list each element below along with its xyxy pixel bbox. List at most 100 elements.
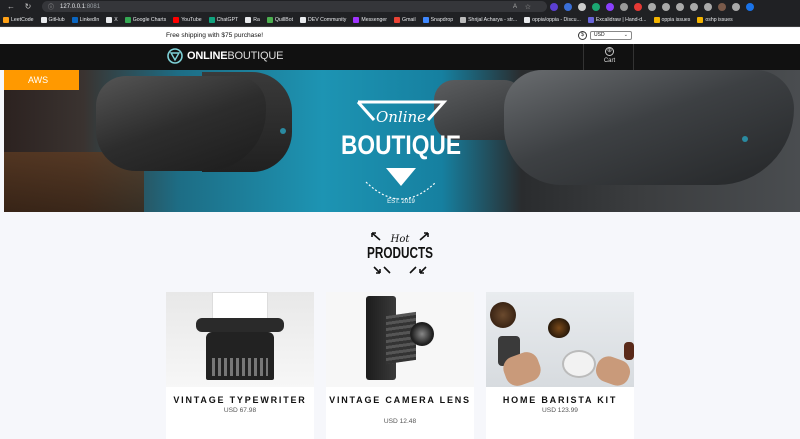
bookmark-item[interactable]: LeetCode	[3, 16, 34, 23]
badge-est: EST. 2019	[387, 199, 415, 205]
bookmark-item[interactable]: Gmail	[394, 16, 416, 23]
copilot-icon[interactable]	[746, 2, 754, 11]
bookmark-item[interactable]: Excalidraw | Hand-d...	[587, 16, 647, 23]
address-url: 127.0.0.1:8081	[60, 3, 101, 10]
extension-icon[interactable]	[648, 2, 656, 11]
product-image-typewriter[interactable]	[166, 292, 314, 387]
more-menu-icon[interactable]	[732, 2, 740, 11]
site-info-icon[interactable]: ⓘ	[48, 2, 54, 11]
product-name[interactable]: VINTAGE CAMERA LENS	[326, 395, 474, 406]
bookmark-item[interactable]: oppia issues	[653, 16, 690, 23]
bookmark-label: Ra	[253, 16, 260, 23]
product-grid: VINTAGE TYPEWRITER USD 67.98 VINTAGE CAM…	[166, 292, 634, 439]
bookmark-favicon-icon	[3, 16, 9, 23]
extension-icon[interactable]	[550, 2, 558, 11]
hero-headset-dot	[280, 128, 286, 134]
product-card[interactable]: HOME BARISTA KIT USD 123.99	[486, 292, 634, 439]
bookmark-label: ChatGPT	[216, 16, 239, 23]
bookmark-label: oppia/oppia - Discu...	[532, 16, 581, 23]
badge-script: Online	[376, 108, 426, 126]
bookmarks-bar: LeetCode GitHub LinkedIn X Google Charts YouT…	[0, 13, 800, 27]
bookmark-item[interactable]: DEV Community	[300, 16, 346, 23]
extension-icon[interactable]	[592, 2, 600, 11]
bookmark-item[interactable]: Ra	[245, 16, 260, 23]
extension-icon[interactable]	[620, 2, 628, 11]
boutique-logo-icon	[167, 48, 183, 64]
hot-products-heading: Hot PRODUCTS	[367, 232, 433, 274]
dollar-circle-icon: $	[578, 31, 587, 40]
bookmark-item[interactable]: Snapdrop	[422, 16, 453, 23]
bookmark-item[interactable]: oppia/oppia - Discu...	[524, 16, 581, 23]
bookmark-favicon-icon	[422, 16, 429, 23]
bookmark-favicon-icon	[266, 16, 273, 23]
bookmark-item[interactable]: Messenger	[353, 16, 388, 23]
bookmark-label: X	[114, 16, 118, 23]
bookmark-favicon-icon	[353, 16, 360, 23]
bookmark-label: YouTube	[181, 16, 202, 23]
bookmark-label: LinkedIn	[79, 16, 100, 23]
badge-title: BOUTIQUE	[341, 130, 461, 160]
bookmark-favicon-icon	[173, 16, 180, 23]
product-image-camera[interactable]	[326, 292, 474, 387]
bookmark-item[interactable]: GitHub	[40, 16, 65, 23]
aws-tag: AWS	[4, 70, 79, 90]
shipping-text: Free shipping with $75 purchase!	[166, 32, 264, 39]
hot-label: Hot	[390, 234, 411, 245]
bookmark-item[interactable]: oshp issues	[697, 16, 733, 23]
bookmark-favicon-icon	[587, 16, 594, 23]
extension-icon[interactable]	[634, 2, 642, 11]
bookmark-item[interactable]: X	[106, 16, 118, 23]
extension-icon[interactable]	[578, 2, 586, 11]
refresh-icon[interactable]: ↻	[22, 1, 34, 13]
bookmark-label: GitHub	[48, 16, 65, 23]
product-image-barista-kit[interactable]	[486, 292, 634, 387]
extension-icon[interactable]	[662, 2, 670, 11]
bookmark-label: Gmail	[402, 16, 416, 23]
logo-text: ONLINEBOUTIQUE	[187, 50, 284, 62]
bookmark-favicon-icon	[106, 16, 113, 23]
shipping-bar: Free shipping with $75 purchase! $ USD ⌄	[0, 28, 800, 44]
bookmark-favicon-icon	[124, 16, 131, 23]
product-card[interactable]: VINTAGE TYPEWRITER USD 67.98	[166, 292, 314, 439]
product-price: USD 67.98	[223, 407, 257, 414]
address-bar[interactable]: ⓘ 127.0.0.1:8081 A ☆	[42, 1, 547, 12]
site-logo[interactable]: ONLINEBOUTIQUE	[167, 48, 283, 64]
hero-headset-right	[504, 70, 794, 185]
bookmark-label: QuillBot	[274, 16, 294, 23]
bookmark-favicon-icon	[71, 16, 78, 23]
bookmark-label: Shrijal Acharya - str...	[468, 16, 518, 23]
currency-select[interactable]: USD ⌄	[590, 31, 632, 40]
bookmark-star-icon[interactable]: ☆	[525, 3, 531, 11]
cart-circle-icon: ⊕	[605, 47, 614, 56]
product-price: USD 12.48	[383, 418, 417, 425]
product-name[interactable]: VINTAGE TYPEWRITER	[166, 395, 314, 406]
browser-essentials-icon[interactable]	[704, 2, 712, 11]
bookmark-favicon-icon	[208, 16, 215, 23]
bookmark-item[interactable]: YouTube	[173, 16, 202, 23]
hero-headset-left	[96, 76, 266, 171]
product-name[interactable]: HOME BARISTA KIT	[486, 395, 634, 406]
cart-button[interactable]: ⊕ Cart	[583, 44, 634, 70]
extension-icon[interactable]	[564, 2, 572, 11]
bookmark-favicon-icon	[245, 16, 252, 23]
extension-icon[interactable]	[606, 2, 614, 11]
cart-label: Cart	[603, 58, 616, 64]
bookmark-item[interactable]: LinkedIn	[71, 16, 100, 23]
currency-selector[interactable]: $ USD ⌄	[578, 31, 632, 40]
bookmark-item[interactable]: Google Charts	[124, 16, 166, 23]
bookmark-favicon-icon	[653, 16, 660, 23]
web-page: Free shipping with $75 purchase! $ USD ⌄ …	[0, 28, 800, 439]
collections-icon[interactable]	[690, 2, 698, 11]
bookmark-favicon-icon	[394, 16, 401, 23]
bookmark-label: Messenger	[361, 16, 388, 23]
bookmark-item[interactable]: ChatGPT	[208, 16, 239, 23]
favorites-icon[interactable]	[676, 2, 684, 11]
bookmark-label: oshp issues	[705, 16, 733, 23]
profile-avatar-icon[interactable]	[718, 2, 726, 11]
read-aloud-icon[interactable]: A	[513, 4, 517, 10]
back-arrow-icon[interactable]: ←	[5, 1, 17, 13]
bookmark-item[interactable]: Shrijal Acharya - str...	[460, 16, 518, 23]
product-card[interactable]: VINTAGE CAMERA LENS USD 12.48	[326, 292, 474, 439]
bookmark-item[interactable]: QuillBot	[266, 16, 294, 23]
bookmark-favicon-icon	[300, 16, 307, 23]
